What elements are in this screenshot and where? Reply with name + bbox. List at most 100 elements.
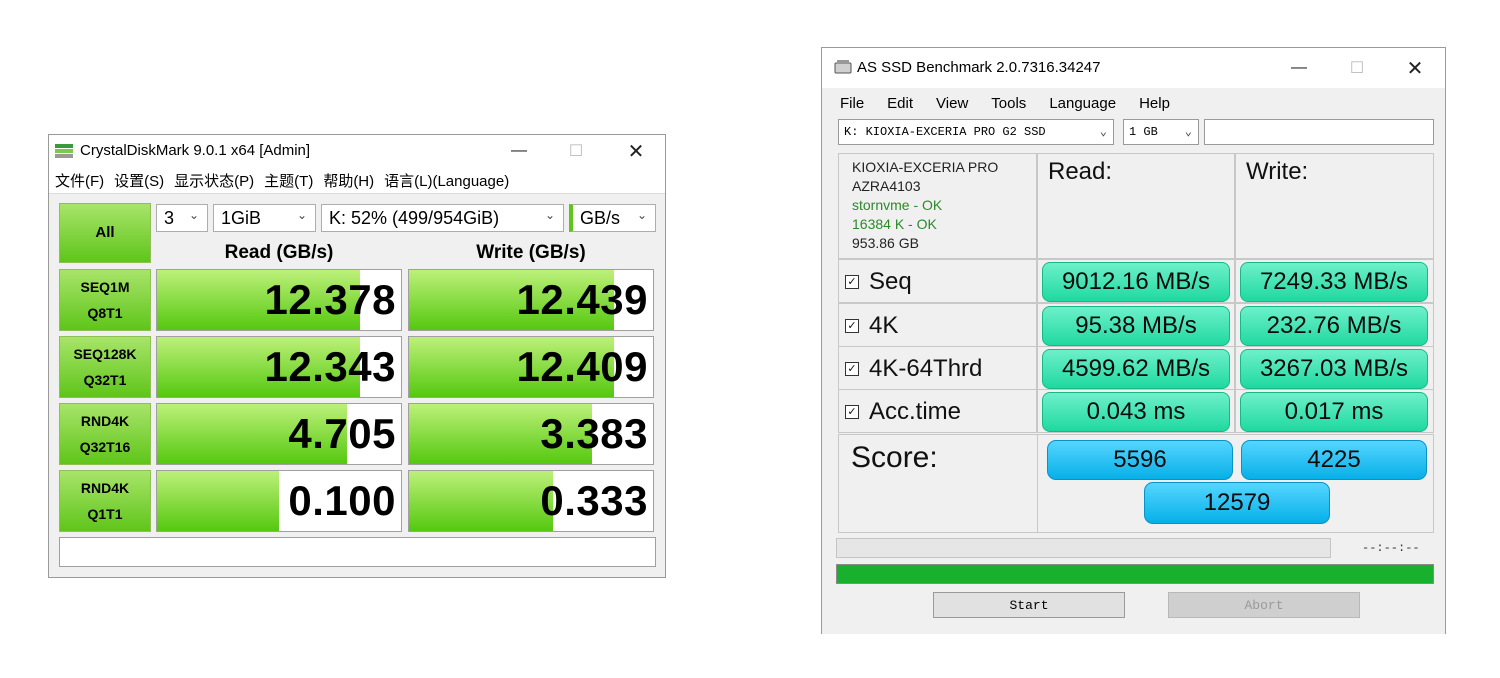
cdm-window-title: CrystalDiskMark 9.0.1 x64 [Admin] bbox=[80, 142, 311, 159]
write-header: Write (GB/s) bbox=[476, 242, 586, 263]
menu-edit[interactable]: Edit bbox=[887, 95, 913, 112]
test-progress-bar bbox=[836, 538, 1331, 558]
test-toggle[interactable]: ✓ Acc.time bbox=[845, 390, 961, 434]
test-row-label: ✓ 4K bbox=[838, 303, 1037, 347]
as-title-bar: AS SSD Benchmark 2.0.7316.34247 — ☐ ✕ bbox=[822, 48, 1445, 88]
as-menu-bar: File Edit View Tools Language Help bbox=[822, 88, 1445, 118]
size-select[interactable]: 1 GB ⌄ bbox=[1123, 119, 1199, 145]
count-value: 3 bbox=[164, 207, 175, 228]
read-result-value: 95.38 MB/s bbox=[1042, 306, 1230, 346]
abort-button[interactable]: Abort bbox=[1168, 592, 1360, 618]
unit-select[interactable]: GB/s ⌄ bbox=[569, 204, 656, 232]
menu-help[interactable]: Help bbox=[1139, 95, 1170, 112]
overall-progress-bar bbox=[836, 564, 1434, 584]
count-select[interactable]: 3 ⌄ bbox=[156, 204, 208, 232]
write-result-value: 3267.03 MB/s bbox=[1240, 349, 1428, 389]
test-button[interactable]: SEQ1M Q8T1 bbox=[59, 269, 151, 331]
maximize-icon[interactable]: ☐ bbox=[561, 135, 591, 167]
unit-value: GB/s bbox=[580, 207, 621, 228]
test-button[interactable]: SEQ128K Q32T1 bbox=[59, 336, 151, 398]
read-header: Read (GB/s) bbox=[224, 242, 334, 263]
close-icon[interactable]: ✕ bbox=[621, 135, 651, 167]
as-ssd-window: AS SSD Benchmark 2.0.7316.34247 — ☐ ✕ Fi… bbox=[821, 47, 1446, 634]
drive-select[interactable]: K: KIOXIA-EXCERIA PRO G2 SSD ⌄ bbox=[838, 119, 1114, 145]
drive-info: KIOXIA-EXCERIA PRO AZRA4103 stornvme - O… bbox=[838, 153, 1037, 259]
menu-language[interactable]: 语言(L)(Language) bbox=[384, 170, 509, 191]
write-column-header: Write: bbox=[1235, 153, 1434, 259]
menu-theme[interactable]: 主题(T) bbox=[264, 170, 313, 191]
test-toggle[interactable]: ✓ Seq bbox=[845, 260, 912, 304]
read-column-header: Read: bbox=[1037, 153, 1235, 259]
read-result-value: 12.343 bbox=[264, 343, 396, 390]
write-result-cell: 12.439 bbox=[408, 269, 654, 331]
read-result-cell: 12.378 bbox=[156, 269, 402, 331]
checkbox-icon[interactable]: ✓ bbox=[845, 275, 859, 289]
size-value: 1GiB bbox=[221, 207, 262, 228]
read-result-cell: 12.343 bbox=[156, 336, 402, 398]
status-field[interactable] bbox=[1204, 119, 1434, 145]
chevron-down-icon: ⌄ bbox=[636, 208, 647, 222]
menu-view[interactable]: View bbox=[936, 95, 968, 112]
minimize-icon[interactable]: — bbox=[1284, 48, 1314, 88]
app-icon bbox=[54, 142, 74, 165]
cdm-menu-bar: 文件(F) 设置(S) 显示状态(P) 主题(T) 帮助(H) 语言(L)(La… bbox=[49, 167, 665, 194]
all-button[interactable]: All bbox=[59, 203, 151, 263]
menu-help[interactable]: 帮助(H) bbox=[323, 170, 374, 191]
test-params: Q32T16 bbox=[79, 439, 131, 455]
size-select[interactable]: 1GiB ⌄ bbox=[213, 204, 316, 232]
minimize-icon[interactable]: — bbox=[504, 135, 534, 167]
elapsed-time: --:--:-- bbox=[1362, 541, 1420, 555]
chevron-down-icon: ⌄ bbox=[544, 208, 555, 222]
read-result-cell: 0.043 ms bbox=[1037, 389, 1235, 433]
start-button[interactable]: Start bbox=[933, 592, 1125, 618]
write-result-cell: 232.76 MB/s bbox=[1235, 303, 1434, 347]
chevron-down-icon: ⌄ bbox=[188, 208, 199, 222]
drive-select[interactable]: K: 52% (499/954GiB) ⌄ bbox=[321, 204, 564, 232]
score-total: 12579 bbox=[1144, 482, 1330, 524]
test-name: SEQ128K bbox=[73, 346, 137, 362]
menu-file[interactable]: File bbox=[840, 95, 864, 112]
test-params: Q1T1 bbox=[87, 506, 123, 522]
test-toggle[interactable]: ✓ 4K bbox=[845, 304, 898, 348]
test-button[interactable]: RND4K Q1T1 bbox=[59, 470, 151, 532]
write-result-cell: 12.409 bbox=[408, 336, 654, 398]
test-name: SEQ1M bbox=[80, 279, 130, 295]
checkbox-icon[interactable]: ✓ bbox=[845, 362, 859, 376]
crystaldiskmark-window: CrystalDiskMark 9.0.1 x64 [Admin] — ☐ ✕ … bbox=[48, 134, 666, 578]
test-label: 4K bbox=[869, 312, 899, 339]
checkbox-icon[interactable]: ✓ bbox=[845, 405, 859, 419]
read-result-cell: 4599.62 MB/s bbox=[1037, 346, 1235, 390]
menu-tools[interactable]: Tools bbox=[991, 95, 1026, 112]
comment-field[interactable] bbox=[59, 537, 656, 567]
checkbox-icon[interactable]: ✓ bbox=[845, 319, 859, 333]
start-label: Start bbox=[1009, 597, 1049, 613]
menu-settings[interactable]: 设置(S) bbox=[114, 170, 164, 191]
score-total-value: 12579 bbox=[1203, 489, 1271, 516]
test-label: Acc.time bbox=[869, 398, 962, 425]
test-name: RND4K bbox=[80, 480, 130, 496]
score-label: Score: bbox=[851, 441, 938, 474]
close-icon[interactable]: ✕ bbox=[1400, 48, 1430, 88]
overall-progress-fill bbox=[837, 565, 1433, 583]
test-button[interactable]: RND4K Q32T16 bbox=[59, 403, 151, 465]
test-label: 4K-64Thrd bbox=[869, 355, 983, 382]
as-window-title: AS SSD Benchmark 2.0.7316.34247 bbox=[857, 59, 1101, 76]
read-result-value: 0.043 ms bbox=[1042, 392, 1230, 432]
read-result-cell: 95.38 MB/s bbox=[1037, 303, 1235, 347]
write-result-value: 12.439 bbox=[516, 276, 648, 323]
all-button-label: All bbox=[95, 224, 115, 241]
read-header: Read: bbox=[1048, 158, 1113, 185]
menu-file[interactable]: 文件(F) bbox=[55, 170, 104, 191]
read-result-cell: 4.705 bbox=[156, 403, 402, 465]
maximize-icon[interactable]: ☐ bbox=[1342, 48, 1372, 88]
chevron-down-icon: ⌄ bbox=[1184, 125, 1192, 139]
size-value: 1 GB bbox=[1129, 125, 1158, 139]
chevron-down-icon: ⌄ bbox=[1099, 125, 1107, 139]
menu-language[interactable]: Language bbox=[1049, 95, 1116, 112]
menu-display[interactable]: 显示状态(P) bbox=[174, 170, 254, 191]
test-toggle[interactable]: ✓ 4K-64Thrd bbox=[845, 347, 982, 391]
results-grid: KIOXIA-EXCERIA PRO AZRA4103 stornvme - O… bbox=[838, 153, 1434, 533]
write-result-cell: 0.333 bbox=[408, 470, 654, 532]
write-result-cell: 3.383 bbox=[408, 403, 654, 465]
read-result-value: 9012.16 MB/s bbox=[1042, 262, 1230, 302]
